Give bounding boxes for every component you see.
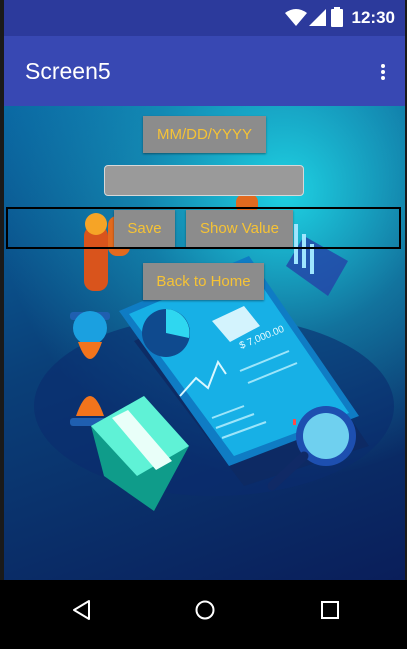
back-icon[interactable] xyxy=(71,599,91,621)
home-icon[interactable] xyxy=(194,599,216,621)
content-area: $ 7,000.00 MM/DD/YYYY Save Show Value Ba… xyxy=(4,106,405,580)
phone-screen: 12:30 Screen5 $ 7,000.00 MM/DD/YYYY Save… xyxy=(0,0,407,649)
value-input[interactable] xyxy=(104,165,304,196)
status-bar: 12:30 xyxy=(4,0,405,36)
show-value-button[interactable]: Show Value xyxy=(186,210,293,247)
app-bar: Screen5 xyxy=(4,36,405,106)
battery-icon xyxy=(331,7,343,27)
back-to-home-button[interactable]: Back to Home xyxy=(143,263,264,300)
recents-icon[interactable] xyxy=(320,599,340,621)
save-button[interactable]: Save xyxy=(114,210,175,247)
clock: 12:30 xyxy=(351,8,395,27)
wifi-icon xyxy=(285,9,307,26)
more-vert-icon[interactable] xyxy=(381,64,387,80)
date-picker-button[interactable]: MM/DD/YYYY xyxy=(143,116,266,153)
page-title: Screen5 xyxy=(25,58,111,84)
navigation-bar xyxy=(0,580,407,649)
cellular-signal-icon xyxy=(309,9,326,26)
